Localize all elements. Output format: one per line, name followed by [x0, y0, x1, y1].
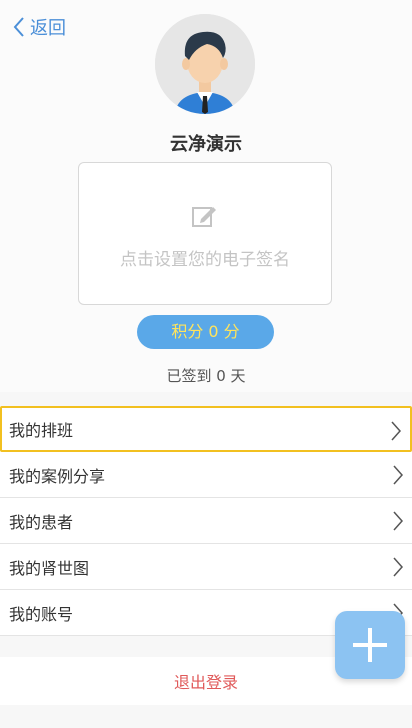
back-label: 返回 [30, 18, 66, 39]
chevron-right-icon [393, 511, 404, 531]
menu-item-case-sharing[interactable]: 我的案例分享 [0, 452, 412, 498]
signature-box[interactable]: 点击设置您的电子签名 [78, 162, 332, 305]
menu-item-label: 我的排班 [9, 421, 74, 440]
profile-menu: 我的排班 我的案例分享 我的患者 我的肾世图 我的账号 [0, 406, 412, 636]
menu-item-schedule[interactable]: 我的排班 [0, 406, 412, 452]
points-button[interactable]: 积分 0 分 [137, 315, 274, 349]
back-button[interactable]: 返回 [12, 14, 66, 40]
menu-item-label: 我的账号 [9, 604, 74, 624]
chevron-right-icon [393, 465, 404, 485]
menu-item-label: 我的患者 [9, 512, 74, 532]
menu-item-label: 我的案例分享 [9, 466, 106, 486]
avatar[interactable] [155, 14, 255, 114]
edit-icon [192, 207, 216, 227]
menu-item-label: 我的肾世图 [9, 558, 90, 578]
menu-item-patients[interactable]: 我的患者 [0, 498, 412, 544]
chevron-left-icon [13, 17, 24, 37]
add-button[interactable] [335, 611, 405, 679]
plus-icon [353, 628, 387, 662]
chevron-right-icon [391, 421, 402, 441]
menu-item-kidney-map[interactable]: 我的肾世图 [0, 544, 412, 590]
checkin-status: 已签到 0 天 [166, 367, 246, 385]
logout-label: 退出登录 [173, 673, 238, 692]
chevron-right-icon [393, 557, 404, 577]
username: 云净演示 [170, 134, 242, 155]
signature-hint: 点击设置您的电子签名 [120, 250, 290, 270]
user-avatar-icon [155, 14, 255, 114]
